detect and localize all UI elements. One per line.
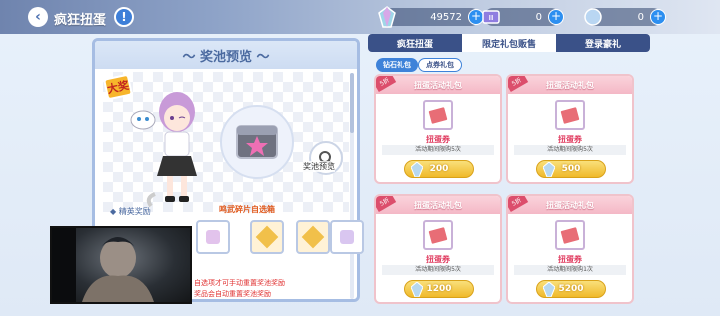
ticket-currency: Ⅲ 0 + xyxy=(482,8,564,26)
pool-note: 奖品会自动重置奖池奖励 xyxy=(194,290,271,298)
item-name: 扭蛋券 xyxy=(426,135,450,144)
page-title: 疯狂扭蛋 xyxy=(54,13,107,28)
character-illustration xyxy=(130,92,197,208)
elite-reward-title: ◆ 精英奖励 xyxy=(110,207,151,216)
tab-login-rewards[interactable]: 登录豪礼 xyxy=(556,34,650,52)
ticket-item-icon[interactable] xyxy=(423,100,453,130)
video-overlay[interactable] xyxy=(50,226,192,304)
gem-amount: 49572 xyxy=(430,11,462,23)
help-button[interactable]: ! xyxy=(114,7,134,27)
purchase-limit: 活动期间限购5次 xyxy=(382,145,494,155)
price: 5200 xyxy=(558,284,584,294)
ticket-amount: 0 xyxy=(535,11,542,23)
ticket-add-button[interactable]: + xyxy=(548,9,564,25)
purchase-limit: 活动期间限购5次 xyxy=(382,265,494,275)
ticket-item-icon[interactable] xyxy=(555,100,585,130)
svg-text:Ⅲ: Ⅲ xyxy=(489,14,494,22)
reward-slot[interactable] xyxy=(330,220,364,254)
coin-amount: 0 xyxy=(637,11,644,23)
pool-title: 〜 奖池预览 〜 xyxy=(95,41,357,69)
video-figure xyxy=(52,228,154,302)
tab-limited-packs[interactable]: 限定礼包贩售 xyxy=(462,34,556,52)
pack-card: 扭蛋活动礼包 5折 扭蛋券 活动期间限购5次 200 xyxy=(374,74,502,184)
subtab-diamond-packs[interactable]: 钻石礼包 xyxy=(376,58,418,72)
chest-label: 鸣武碎片自选箱 xyxy=(219,205,275,214)
item-name: 扭蛋券 xyxy=(558,255,582,264)
purchase-limit: 活动期间限购1次 xyxy=(514,265,626,275)
pool-note: 自选项才可手动重置奖池奖励 xyxy=(194,279,285,287)
reward-slot[interactable] xyxy=(296,220,330,254)
buy-button[interactable]: 200 xyxy=(404,160,474,178)
pool-stage: 大奖 鸣武碎片自选箱 xyxy=(102,72,349,214)
item-name: 扭蛋券 xyxy=(426,255,450,264)
gem-icon xyxy=(411,282,423,297)
price: 200 xyxy=(429,164,449,174)
pack-card: 扭蛋活动礼包 5折 扭蛋券 活动期间限购5次 500 xyxy=(506,74,634,184)
gem-icon xyxy=(378,6,396,28)
buy-button[interactable]: 1200 xyxy=(404,280,474,298)
coin-icon xyxy=(584,8,602,26)
gem-icon xyxy=(543,282,555,297)
price: 500 xyxy=(561,164,581,174)
purchase-limit: 活动期间限购5次 xyxy=(514,145,626,155)
back-button[interactable]: ‹ xyxy=(28,7,48,27)
buy-button[interactable]: 5200 xyxy=(536,280,606,298)
price: 1200 xyxy=(426,284,452,294)
gem-currency: 49572 + xyxy=(378,6,484,28)
pool-scrollbar[interactable] xyxy=(350,73,354,299)
reward-slot[interactable] xyxy=(196,220,230,254)
ticket-icon: Ⅲ xyxy=(482,10,500,24)
chest-icon xyxy=(220,105,294,179)
back-icon: ‹ xyxy=(35,9,41,25)
reward-slot[interactable] xyxy=(250,220,284,254)
pack-card: 扭蛋活动礼包 5折 扭蛋券 活动期间限购5次 1200 xyxy=(374,194,502,304)
item-name: 扭蛋券 xyxy=(558,135,582,144)
subtab-coupon-packs[interactable]: 点券礼包 xyxy=(418,58,462,72)
help-icon: ! xyxy=(121,10,127,24)
coin-currency: 0 + xyxy=(584,8,666,26)
tab-crazy-gacha[interactable]: 疯狂扭蛋 xyxy=(368,34,462,52)
buy-button[interactable]: 500 xyxy=(536,160,606,178)
ticket-item-icon[interactable] xyxy=(423,220,453,250)
gem-icon xyxy=(543,162,555,177)
pack-card: 扭蛋活动礼包 5折 扭蛋券 活动期间限购1次 5200 xyxy=(506,194,634,304)
shop-tabs: 疯狂扭蛋 限定礼包贩售 登录豪礼 xyxy=(368,34,650,52)
pool-preview-label: 奖池预览 xyxy=(303,161,335,172)
ticket-item-icon[interactable] xyxy=(555,220,585,250)
gem-icon xyxy=(411,162,423,177)
coin-add-button[interactable]: + xyxy=(650,9,666,25)
